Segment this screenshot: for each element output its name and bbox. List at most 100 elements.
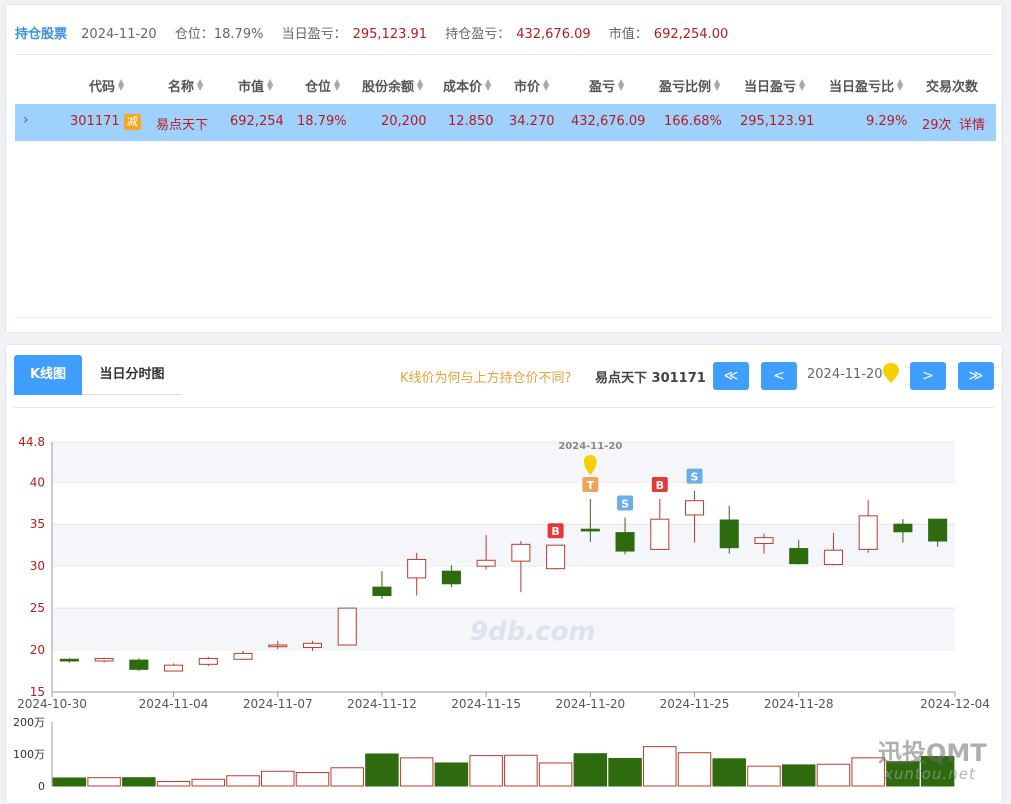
cell-name: 易点天下	[156, 118, 209, 133]
candle-body	[546, 544, 566, 570]
trade-signal-label: B	[656, 479, 664, 492]
sort-icon[interactable]: ▲ ▼	[417, 78, 423, 92]
holdings-panel: 持仓股票 2024-11-20 仓位：18.79% 当日盈亏： 295,123.9…	[5, 4, 1003, 333]
candle-body	[233, 652, 253, 660]
volume-tick-label: 100万	[13, 748, 45, 761]
sort-icon[interactable]: ▲ ▼	[334, 78, 340, 92]
volume-bar	[573, 753, 608, 787]
candle-body	[302, 642, 323, 649]
divider	[15, 54, 993, 55]
sort-icon[interactable]: ▲ ▼	[543, 78, 549, 92]
cell-trades: 29次	[922, 118, 952, 133]
candle-body	[823, 549, 843, 565]
trade-signal-label: S	[691, 471, 699, 484]
volume-bar	[816, 763, 851, 787]
kline-chart[interactable]: 15202530354044.82024-10-30 2024-11-04 2024…	[0, 344, 1011, 794]
y-tick-label: 44.8	[18, 435, 45, 449]
volume-bar	[608, 757, 642, 787]
volume-bar	[747, 765, 781, 787]
sort-icon[interactable]: ▲ ▼	[118, 78, 124, 92]
position-label: 仓位：	[174, 27, 214, 42]
detail-link[interactable]: 详情	[959, 114, 985, 133]
x-tick-label: 2024-11-12	[347, 697, 417, 711]
candle-body	[511, 543, 531, 562]
volume-bar	[712, 758, 747, 787]
y-tick-label: 40	[30, 475, 45, 489]
sort-icon[interactable]: ▲ ▼	[618, 78, 624, 92]
cell-cost: 12.850	[448, 114, 494, 129]
volume-bar	[260, 770, 295, 787]
cell-pnl: 432,676.09	[571, 114, 646, 129]
candle-body	[650, 518, 670, 550]
volume-bar	[122, 777, 156, 787]
sort-icon[interactable]: ▲ ▼	[485, 78, 491, 92]
expand-chevron-icon[interactable]: ›	[23, 112, 29, 128]
sort-icon[interactable]: ▲ ▼	[714, 78, 720, 92]
col-header-pnl[interactable]: 盈亏 ▲ ▼	[589, 76, 624, 96]
volume-bar	[156, 781, 191, 787]
candle-body	[372, 586, 392, 597]
market-value-value: 692,254.00	[653, 27, 729, 42]
grid-band	[52, 524, 955, 567]
volume-bar	[399, 757, 434, 787]
market-value-label: 市值：	[608, 27, 648, 42]
cell-position: 18.79%	[297, 114, 347, 129]
volume-bar	[295, 772, 330, 787]
summary-date: 2024-11-20	[81, 27, 157, 42]
candle-body	[893, 523, 913, 533]
sort-icon[interactable]: ▲ ▼	[267, 78, 273, 92]
position-value: 18.79%	[213, 27, 264, 42]
trade-signal-label: S	[621, 498, 629, 511]
volume-bar	[330, 767, 364, 787]
candle-body	[268, 644, 288, 648]
volume-bar	[781, 764, 816, 787]
col-header-trades: 交易次数	[926, 80, 979, 95]
col-header-price[interactable]: 市价 ▲ ▼	[514, 76, 549, 96]
volume-bar	[643, 746, 677, 787]
volume-bar	[52, 777, 87, 787]
cell-shares: 20,200	[381, 114, 427, 129]
x-tick-label: 2024-11-07	[243, 697, 313, 711]
col-header-code[interactable]: 代码 ▲ ▼	[89, 76, 124, 96]
col-header-cost[interactable]: 成本价 ▲ ▼	[443, 76, 491, 96]
candle-body	[59, 658, 79, 662]
candle-body	[129, 659, 149, 670]
site-watermark: xuntou.net	[884, 765, 976, 783]
col-header-market-value[interactable]: 市值 ▲ ▼	[238, 76, 273, 96]
volume-tick-label: 0	[38, 780, 45, 793]
col-header-pnl-ratio[interactable]: 盈亏比例 ▲ ▼	[659, 76, 720, 96]
col-header-name[interactable]: 名称 ▲ ▼	[168, 76, 203, 96]
col-header-day-pnl[interactable]: 当日盈亏 ▲ ▼	[744, 76, 805, 96]
y-tick-label: 30	[30, 559, 45, 573]
cell-price: 34.270	[509, 114, 555, 129]
candle-body	[719, 519, 739, 549]
volume-bar	[677, 752, 712, 787]
selected-date-label: 2024-11-20	[558, 441, 622, 452]
candle-body	[928, 518, 948, 542]
y-tick-label: 25	[30, 601, 45, 615]
hold-pnl-label: 持仓盈亏：	[445, 27, 511, 42]
sort-icon[interactable]: ▲ ▼	[799, 78, 805, 92]
candle-body	[407, 558, 427, 579]
cell-day-pnl: 295,123.91	[740, 114, 815, 129]
sort-icon[interactable]: ▲ ▼	[897, 78, 903, 92]
volume-bar	[87, 777, 121, 787]
cell-pnl-ratio: 166.68%	[664, 114, 722, 129]
reduce-badge: 减	[123, 114, 141, 130]
candle-body	[754, 537, 774, 545]
col-header-position[interactable]: 仓位 ▲ ▼	[305, 76, 340, 96]
col-header-day-pnl-ratio[interactable]: 当日盈亏比 ▲ ▼	[829, 76, 903, 96]
holdings-title: 持仓股票	[15, 27, 68, 42]
cell-code: 301171 减	[70, 114, 141, 130]
x-tick-label: 2024-10-30	[17, 697, 87, 711]
holdings-summary: 持仓股票 2024-11-20 仓位：18.79% 当日盈亏： 295,123.9…	[15, 23, 728, 42]
volume-bar	[365, 753, 399, 787]
y-tick-label: 20	[30, 643, 45, 657]
volume-bar	[226, 775, 260, 787]
sort-icon[interactable]: ▲ ▼	[197, 78, 203, 92]
col-header-shares[interactable]: 股份余额 ▲ ▼	[362, 76, 423, 96]
volume-bar	[191, 778, 226, 787]
volume-bar	[434, 762, 469, 787]
grid-band	[52, 442, 955, 483]
x-tick-label: 2024-12-04	[920, 697, 990, 711]
